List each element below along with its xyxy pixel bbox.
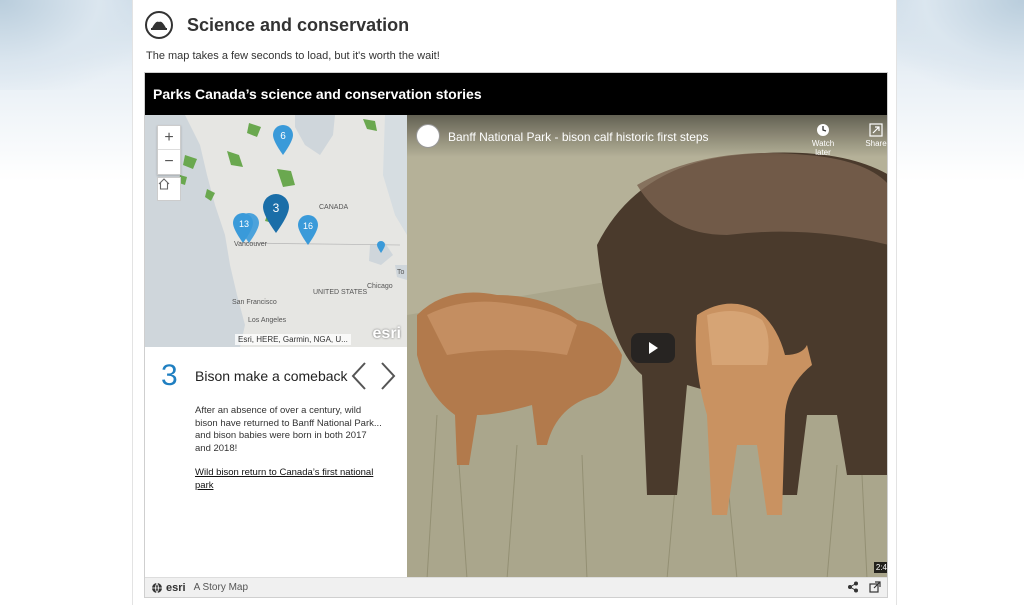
map-label-los-angeles: Los Angeles bbox=[248, 317, 287, 324]
entry-number: 3 bbox=[161, 359, 178, 392]
cluster-marker-3[interactable]: 3 bbox=[263, 194, 289, 233]
play-button[interactable] bbox=[631, 333, 675, 363]
map-label-san-francisco: San Francisco bbox=[232, 299, 277, 306]
zoom-in-button[interactable]: + bbox=[158, 126, 180, 150]
page-title: Science and conservation bbox=[187, 14, 410, 35]
external-link-icon[interactable] bbox=[869, 581, 881, 593]
map-attribution[interactable]: Esri, HERE, Garmin, NGA, U... bbox=[235, 334, 351, 345]
footer-esri-logo[interactable]: esri bbox=[151, 582, 186, 594]
map-label-united-states: UNITED STATES bbox=[313, 289, 368, 296]
globe-icon bbox=[152, 582, 162, 594]
background-swoosh-left bbox=[0, 0, 140, 90]
map-label-vancouver: Vancouver bbox=[234, 241, 267, 248]
page-container: Science and conservation The map takes a… bbox=[132, 0, 897, 605]
story-title: Parks Canada’s science and conservation … bbox=[153, 86, 482, 102]
footer-icons bbox=[847, 581, 881, 593]
footer-brand: esri bbox=[166, 581, 186, 594]
map-label-chicago: Chicago bbox=[367, 283, 393, 290]
story-footer: esri A Story Map bbox=[145, 577, 887, 597]
page-header: Science and conservation bbox=[145, 10, 409, 40]
share-icon[interactable] bbox=[847, 581, 859, 593]
share-label: Share bbox=[865, 139, 887, 148]
cluster-label-16: 16 bbox=[303, 221, 313, 231]
home-button[interactable] bbox=[157, 177, 181, 201]
watch-later-label: Watch later bbox=[811, 139, 835, 157]
story-map: Parks Canada’s science and conservation … bbox=[144, 72, 888, 598]
chevron-right-icon bbox=[381, 362, 396, 390]
watch-later-button[interactable]: Watch later bbox=[803, 123, 843, 157]
previous-entry-button[interactable] bbox=[348, 361, 370, 391]
parks-canada-logo-icon bbox=[145, 11, 173, 39]
map-marker-small[interactable] bbox=[377, 241, 385, 253]
entry-heading: Bison make a comeback bbox=[195, 368, 348, 384]
play-icon bbox=[649, 342, 658, 354]
story-header: Parks Canada’s science and conservation … bbox=[145, 73, 887, 115]
entry-description: After an absence of over a century, wild… bbox=[195, 405, 382, 454]
footer-label: A Story Map bbox=[193, 582, 249, 593]
share-icon bbox=[869, 123, 883, 137]
cluster-marker-6[interactable]: 6 bbox=[273, 125, 293, 155]
zoom-control: + − bbox=[157, 125, 181, 175]
video-duration: 2:4 bbox=[873, 562, 887, 573]
next-entry-button[interactable] bbox=[377, 361, 399, 391]
map-label-canada: CANADA bbox=[319, 204, 349, 211]
zoom-out-button[interactable]: − bbox=[158, 150, 180, 174]
intro-text: The map takes a few seconds to load, but… bbox=[146, 50, 440, 62]
cluster-marker-13[interactable]: 13 bbox=[233, 213, 259, 243]
map-label-toronto: To bbox=[397, 269, 405, 276]
story-entry-panel: 3 Bison make a comeback After an absence… bbox=[145, 347, 407, 579]
clock-icon bbox=[817, 124, 829, 136]
cluster-label-3: 3 bbox=[273, 201, 280, 215]
entry-link[interactable]: Wild bison return to Canada’s first nati… bbox=[195, 467, 385, 492]
home-icon bbox=[158, 178, 170, 190]
cluster-label-13: 13 bbox=[239, 219, 249, 229]
map-view[interactable]: 6 3 13 16 CANADA UNITED STATES Vancouver… bbox=[145, 115, 407, 347]
map-esri-logo[interactable]: esri bbox=[373, 325, 401, 343]
channel-logo[interactable] bbox=[416, 124, 440, 148]
map-markers: 6 3 13 16 bbox=[233, 125, 385, 253]
background-swoosh-right bbox=[884, 0, 1024, 90]
cluster-label-6: 6 bbox=[280, 131, 286, 142]
video-share-button[interactable]: Share bbox=[861, 123, 887, 148]
chevron-left-icon bbox=[351, 362, 366, 390]
video-player[interactable]: Banff National Park - bison calf histori… bbox=[407, 115, 887, 579]
cluster-marker-16[interactable]: 16 bbox=[298, 215, 318, 245]
video-title[interactable]: Banff National Park - bison calf histori… bbox=[448, 130, 709, 144]
